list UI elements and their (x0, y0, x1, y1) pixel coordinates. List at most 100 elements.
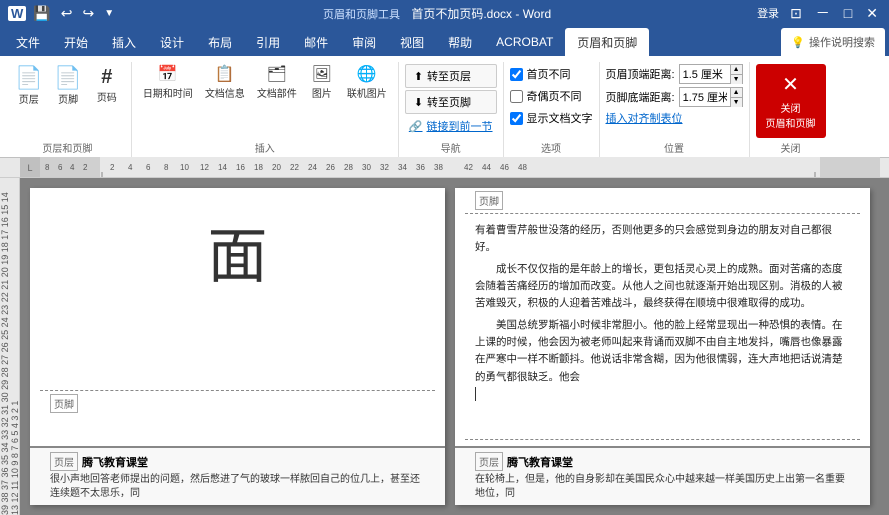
tab-ref[interactable]: 引用 (244, 28, 292, 56)
search-tab[interactable]: 💡 操作说明搜索 (781, 28, 885, 56)
page1-school-name: 腾飞教育课堂 (82, 454, 148, 470)
svg-text:32: 32 (380, 163, 389, 172)
svg-text:30: 30 (362, 163, 371, 172)
footer-distance-row: 页脚底端距离: ▲ ▼ (606, 87, 743, 107)
page1-bottom-section: 页层 腾飞教育课堂 很小声地回答老师提出的问题，然后憋进了气的玻球一样脓回自己的… (30, 446, 445, 505)
svg-text:28: 28 (344, 163, 353, 172)
text-cursor (475, 387, 476, 401)
close-label: 关闭 页眉和页脚 (766, 100, 816, 130)
title-right: 登录 ⊡ － □ ✕ (757, 3, 881, 23)
title-left: W 💾 ↩ ↪ ▼ (8, 5, 117, 22)
footer-distance-up[interactable]: ▲ (730, 88, 742, 98)
svg-text:10: 10 (180, 163, 189, 172)
doc-info-btn[interactable]: 📋 文档信息 (200, 64, 250, 103)
first-page-different-option[interactable]: 首页不同 (510, 66, 593, 82)
show-doc-text-option[interactable]: 显示文档文字 (510, 110, 593, 126)
position-column: 页眉顶端距离: ▲ ▼ 页脚底端距离: (606, 64, 743, 126)
date-time-btn[interactable]: 📅 日期和时间 (138, 64, 198, 103)
tab-help[interactable]: 帮助 (436, 28, 484, 56)
header-distance-label: 页眉顶端距离: (606, 66, 675, 82)
header-distance-up[interactable]: ▲ (730, 65, 742, 75)
ribbon-group-position-content: 页眉顶端距离: ▲ ▼ 页脚底端距离: (606, 64, 743, 138)
tab-home[interactable]: 开始 (52, 28, 100, 56)
login-btn[interactable]: 登录 (757, 5, 779, 21)
svg-text:26: 26 (326, 163, 335, 172)
footer-distance-down[interactable]: ▼ (730, 98, 742, 107)
first-page-different-checkbox[interactable] (510, 68, 523, 81)
footer-distance-input[interactable]: ▲ ▼ (679, 87, 743, 107)
svg-text:4: 4 (70, 163, 75, 172)
doc-parts-btn[interactable]: 🗂 文档部件 (252, 64, 302, 103)
group-label-insert: 插入 (138, 140, 392, 155)
page2-content[interactable]: 有着曹雪芹般世没落的经历，否则他更多的只会感觉到身边的朋友对自己都很好。 成长不… (455, 214, 870, 439)
goto-footer-btn[interactable]: ⬇ 转至页脚 (405, 90, 497, 114)
footer-btn[interactable]: 📄 页脚 (49, 64, 86, 109)
ribbon-group-content: 📄 页层 📄 页脚 # 页码 (10, 64, 125, 138)
ribbon-group-options: 首页不同 奇偶页不同 显示文档文字 选项 (504, 62, 600, 157)
goto-header-icon: ⬆ (414, 70, 423, 83)
svg-text:4: 4 (128, 163, 133, 172)
tab-mail[interactable]: 邮件 (292, 28, 340, 56)
odd-even-different-checkbox[interactable] (510, 90, 523, 103)
tab-design[interactable]: 设计 (148, 28, 196, 56)
undo-btn[interactable]: ↩ (58, 5, 76, 22)
page2-bottom-section: 页层 腾飞教育课堂 在轮椅上，但是，他的自身影却在美国民众心中越来越一样美国历史… (455, 446, 870, 505)
redo-btn[interactable]: ↪ (79, 5, 97, 22)
ribbon-row: 📄 页层 📄 页脚 # 页码 页层和页脚 📅 日期和时间 (0, 60, 889, 157)
svg-text:48: 48 (518, 163, 527, 172)
customize-btn[interactable]: ▼ (101, 8, 117, 19)
footer-distance-spinbtns: ▲ ▼ (730, 88, 742, 106)
page-number-icon: # (101, 67, 112, 87)
close-header-footer-btn[interactable]: ✕ 关闭 页眉和页脚 (756, 64, 826, 138)
tab-acrobat[interactable]: ACROBAT (484, 28, 565, 56)
tab-file[interactable]: 文件 (4, 28, 52, 56)
tab-insert[interactable]: 插入 (100, 28, 148, 56)
footer-distance-value[interactable] (680, 91, 730, 103)
svg-text:6: 6 (58, 163, 63, 172)
online-picture-icon: 🌐 (357, 67, 377, 83)
restore-btn[interactable]: ⊡ (787, 5, 805, 22)
picture-btn[interactable]: 🖼 图片 (304, 64, 340, 103)
header-distance-input[interactable]: ▲ ▼ (679, 64, 743, 84)
search-icon: 💡 (791, 36, 805, 49)
header-btn[interactable]: 📄 页层 (10, 64, 47, 109)
insert-tab-stop-row: 插入对齐制表位 (606, 110, 743, 126)
tab-header-footer[interactable]: 页眉和页脚 (565, 28, 649, 56)
group-label-nav: 导航 (405, 140, 497, 155)
header-distance-value[interactable] (680, 68, 730, 80)
goto-header-btn[interactable]: ⬆ 转至页层 (405, 64, 497, 88)
page2-bottom-text: 在轮椅上，但是，他的自身影却在美国民众心中越来越一样美国历史上出第一名重要地位，… (475, 473, 850, 501)
close-window-btn[interactable]: ✕ (863, 5, 881, 22)
ribbon-group-close-content: ✕ 关闭 页眉和页脚 (756, 64, 826, 138)
footer-icon: 📄 (54, 67, 81, 89)
header-distance-down[interactable]: ▼ (730, 75, 742, 84)
link-prev-btn[interactable]: 🔗 链接到前一节 (405, 116, 497, 136)
tab-review[interactable]: 审阅 (340, 28, 388, 56)
quick-save-btn[interactable]: 💾 (30, 5, 53, 22)
show-doc-text-checkbox[interactable] (510, 112, 523, 125)
page2-header-area: 页脚 (465, 188, 860, 214)
ribbon-group-insert-content: 📅 日期和时间 📋 文档信息 🗂 文档部件 🖼 图片 🌐 联机图片 (138, 64, 392, 138)
options-column: 首页不同 奇偶页不同 显示文档文字 (510, 64, 593, 128)
online-picture-btn[interactable]: 🌐 联机图片 (342, 64, 392, 103)
tab-view[interactable]: 视图 (388, 28, 436, 56)
picture-icon: 🖼 (312, 67, 332, 83)
title-center: 页眉和页脚工具 首页不加页码.docx - Word (117, 5, 757, 22)
left-margin: 39 38 37 36 35 34 33 32 31 30 29 28 27 2… (0, 178, 20, 515)
minimize-btn[interactable]: － (813, 3, 833, 23)
page1-bottom-header: 页层 腾飞教育课堂 (50, 452, 425, 471)
ruler-corner: L (27, 163, 32, 173)
odd-even-different-option[interactable]: 奇偶页不同 (510, 88, 593, 104)
group-label-options: 选项 (510, 140, 593, 155)
page2-para1: 有着曹雪芹般世没落的经历，否则他更多的只会感觉到身边的朋友对自己都很好。 (475, 222, 850, 257)
header-icon: 📄 (15, 67, 42, 89)
tab-layout[interactable]: 布局 (196, 28, 244, 56)
ribbon-group-position: 页眉顶端距离: ▲ ▼ 页脚底端距离: (600, 62, 750, 157)
svg-text:38: 38 (434, 163, 443, 172)
header-distance-row: 页眉顶端距离: ▲ ▼ (606, 64, 743, 84)
page2-school-name: 腾飞教育课堂 (507, 454, 573, 470)
insert-tab-stop-link[interactable]: 插入对齐制表位 (606, 110, 683, 126)
page-number-btn[interactable]: # 页码 (89, 64, 125, 107)
maximize-btn[interactable]: □ (841, 5, 855, 21)
group-label-position: 位置 (606, 140, 743, 155)
